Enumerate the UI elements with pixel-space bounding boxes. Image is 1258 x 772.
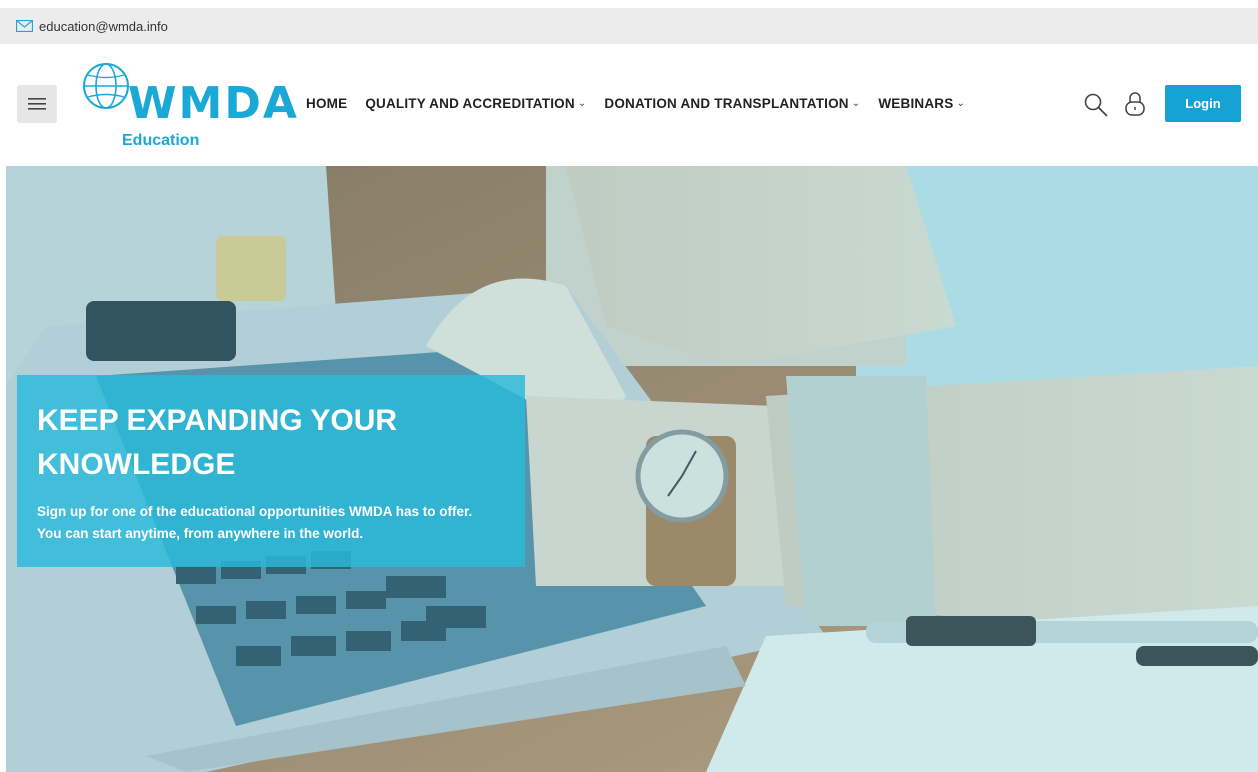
hamburger-menu-button[interactable] (17, 85, 57, 123)
main-navigation: HOME QUALITY AND ACCREDITATION ⌄ DONATIO… (306, 96, 965, 111)
nav-home[interactable]: HOME (306, 96, 347, 111)
nav-webinars[interactable]: WEBINARS ⌄ (878, 96, 965, 111)
chevron-down-icon: ⌄ (577, 98, 587, 109)
top-bar: education@wmda.info (0, 8, 1258, 44)
login-button[interactable]: Login (1165, 85, 1241, 122)
hero-line-1: Sign up for one of the educational oppor… (37, 504, 473, 519)
chevron-down-icon: ⌄ (956, 98, 966, 109)
email-link[interactable]: education@wmda.info (16, 19, 168, 34)
search-icon[interactable] (1083, 92, 1109, 118)
logo-subtitle: Education (122, 132, 200, 149)
hero-title: KEEP EXPANDING YOUR KNOWLEDGE (37, 404, 398, 481)
nav-donation-label: DONATION AND TRANSPLANTATION (604, 96, 849, 111)
hamburger-icon (28, 98, 46, 110)
hero-line-2: You can start anytime, from anywhere in … (37, 526, 364, 541)
nav-webinars-label: WEBINARS (878, 96, 954, 111)
lock-icon[interactable] (1124, 91, 1146, 117)
hero-card: KEEP EXPANDING YOUR KNOWLEDGE Sign up fo… (17, 375, 525, 567)
logo-wordmark: WMDA (128, 78, 299, 129)
nav-home-label: HOME (306, 96, 348, 111)
email-text: education@wmda.info (39, 18, 168, 34)
nav-quality-accreditation[interactable]: QUALITY AND ACCREDITATION ⌄ (365, 96, 586, 111)
mail-icon (16, 20, 33, 32)
hero-banner: KEEP EXPANDING YOUR KNOWLEDGE Sign up fo… (6, 166, 1258, 772)
chevron-down-icon: ⌄ (851, 98, 861, 109)
nav-donation-transplantation[interactable]: DONATION AND TRANSPLANTATION ⌄ (604, 96, 860, 111)
hero-description: Sign up for one of the educational oppor… (37, 501, 505, 545)
site-header: WMDA Education HOME QUALITY AND ACCREDIT… (0, 44, 1258, 164)
globe-icon (83, 63, 129, 109)
wmda-logo[interactable]: WMDA Education (80, 60, 297, 150)
nav-quality-label: QUALITY AND ACCREDITATION (365, 96, 575, 111)
